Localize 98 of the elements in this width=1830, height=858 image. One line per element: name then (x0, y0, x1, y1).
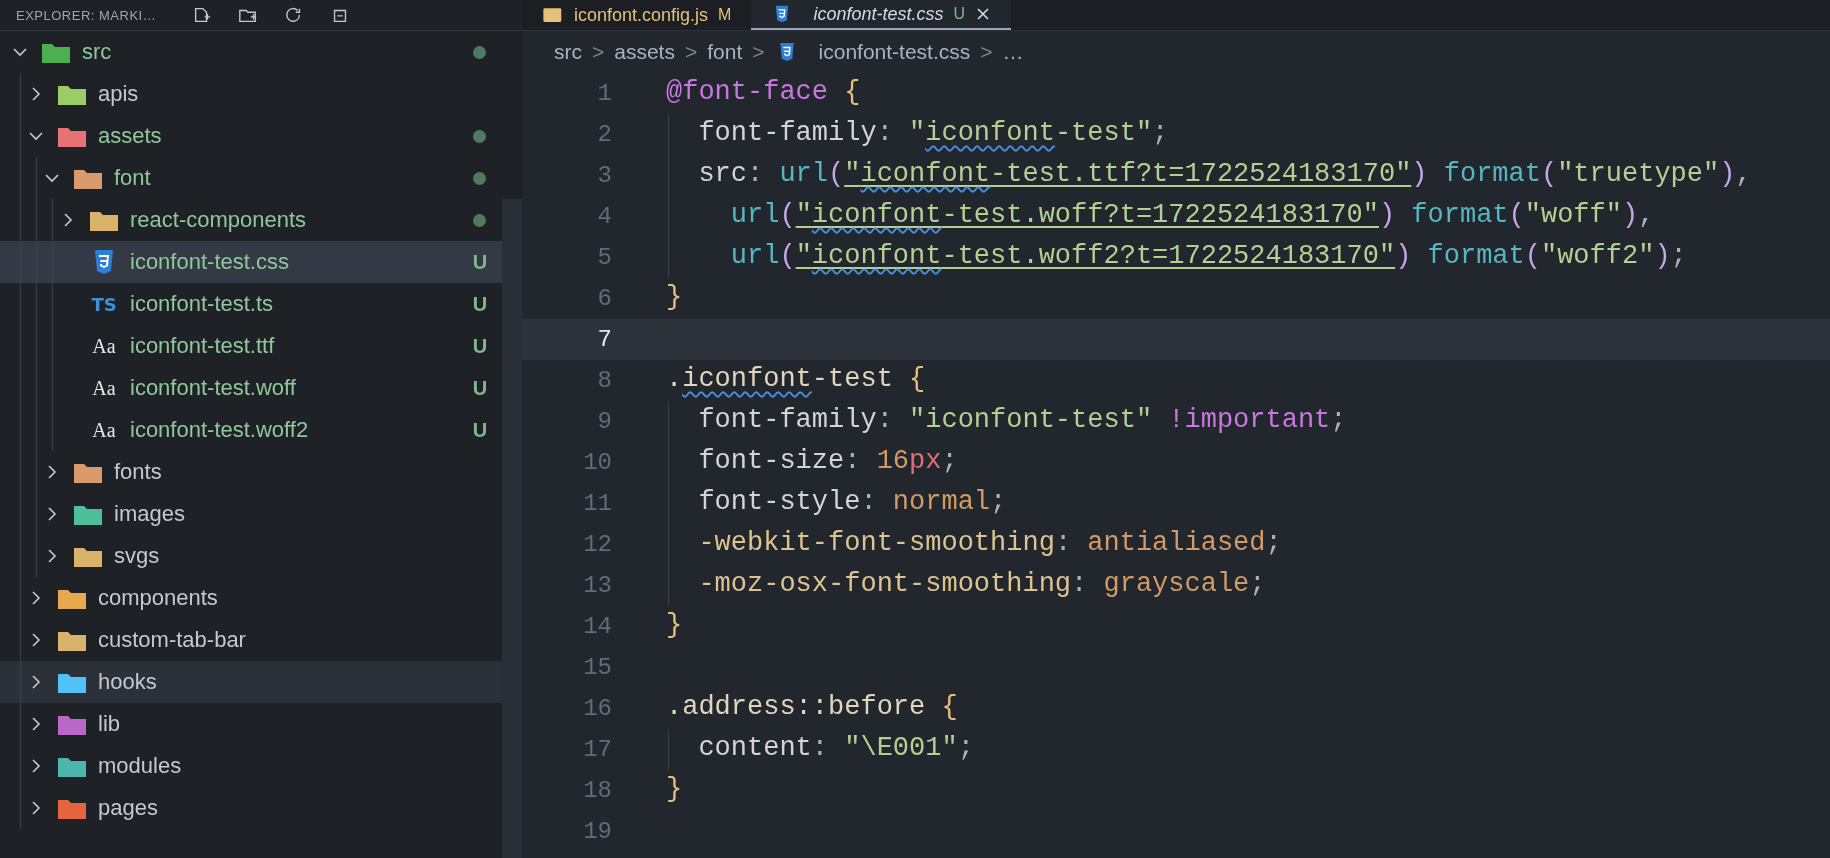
file-name: iconfont-test.ttf (130, 333, 276, 359)
line-number: 5 (596, 244, 612, 271)
code-line: } (666, 773, 683, 806)
code-line: url("iconfont-test.woff2?t=1722524183170") format("woff2"); (729, 240, 1687, 273)
code-line: font-size: 16px; (697, 445, 958, 478)
scrollbar[interactable] (502, 199, 522, 858)
git-status: U (471, 292, 489, 316)
editor-tab[interactable]: iconfont-test.css U (751, 0, 1012, 30)
breadcrumb-separator: > (980, 40, 993, 64)
code-line: -moz-osx-font-smoothing: grayscale; (697, 568, 1266, 601)
tree-item[interactable]: hooks (0, 661, 502, 703)
file-name: font (114, 165, 152, 191)
line-number: 4 (596, 203, 612, 230)
font-file-icon: Aa (88, 376, 120, 400)
line-number: 18 (582, 777, 612, 804)
breadcrumb-separator: > (752, 40, 765, 64)
tree-item[interactable]: Aa iconfont-test.woff2 U (0, 409, 502, 451)
file-name: apis (98, 81, 140, 107)
code-line: } (666, 281, 683, 314)
code-line: .address::before { (666, 691, 958, 724)
tree-item[interactable]: apis (0, 73, 502, 115)
file-name: components (98, 585, 219, 611)
close-icon[interactable] (975, 6, 992, 22)
file-name: hooks (98, 669, 158, 695)
line-number: 15 (582, 654, 612, 681)
line-number: 11 (582, 490, 612, 517)
code-line: font-style: normal; (697, 486, 1007, 519)
code-line: -webkit-font-smoothing: antialiased; (697, 527, 1282, 560)
tree-item[interactable]: iconfont-test.css U (0, 241, 502, 283)
file-name: iconfont-test.woff (130, 375, 297, 401)
tree-item[interactable]: lib (0, 703, 502, 745)
tree-item[interactable]: modules (0, 745, 502, 787)
git-status: U (471, 418, 489, 442)
breadcrumb-separator: > (592, 40, 605, 64)
tree-item[interactable]: components (0, 577, 502, 619)
line-number: 2 (596, 121, 612, 148)
line-number: 8 (596, 367, 612, 394)
code-line: @font-face { (666, 76, 861, 109)
line-number: 7 (596, 326, 612, 353)
line-number: 16 (582, 695, 612, 722)
git-status: U (471, 250, 489, 274)
line-number: 13 (582, 572, 612, 599)
line-number: 3 (596, 162, 612, 189)
file-name: images (114, 501, 186, 527)
line-number: 9 (596, 408, 612, 435)
tree-item[interactable]: react-components (0, 199, 502, 241)
code-line: .iconfont-test { (666, 363, 926, 396)
file-name: lib (98, 711, 121, 737)
code-line: src: url("iconfont-test.ttf?t=1722524183170") format("truetype"), (697, 158, 1752, 191)
git-status: M (718, 6, 732, 24)
font-file-icon: Aa (88, 418, 120, 442)
tree-item[interactable]: fonts (0, 451, 502, 493)
tree-item[interactable]: Aa iconfont-test.ttf U (0, 325, 502, 367)
file-name: iconfont-test.woff2 (130, 417, 310, 443)
tree-item[interactable]: assets (0, 115, 502, 157)
tree-item[interactable]: pages (0, 787, 502, 829)
breadcrumb-item[interactable]: assets (614, 40, 675, 64)
code-line: url("iconfont-test.woff?t=1722524183170") format("woff"), (729, 199, 1655, 232)
file-name: iconfont-test.ts (130, 291, 275, 317)
explorer-title: EXPLORER: MARKI… (16, 7, 157, 23)
new-file-icon[interactable] (192, 5, 213, 25)
git-status: U (471, 334, 489, 358)
line-number: 14 (582, 613, 612, 640)
ts-file-icon: TS (88, 293, 120, 315)
breadcrumb-item[interactable]: font (707, 40, 743, 64)
file-name: svgs (114, 543, 161, 569)
file-name: react-components (130, 207, 308, 233)
git-status: U (953, 5, 966, 23)
git-status: U (471, 376, 489, 400)
file-name: src (82, 39, 113, 65)
line-number: 6 (596, 285, 612, 312)
line-number: 17 (582, 736, 612, 763)
tree-item[interactable]: src (0, 31, 502, 73)
line-number: 10 (582, 449, 612, 476)
line-number: 12 (582, 531, 612, 558)
breadcrumb-separator: > (684, 40, 698, 64)
tree-item[interactable]: font (0, 157, 502, 199)
code-line: content: "\E001"; (697, 732, 974, 765)
tree-item[interactable]: images (0, 493, 502, 535)
file-name: assets (98, 123, 163, 149)
file-name: modules (98, 753, 183, 779)
file-name: iconfont-test.css (130, 249, 290, 275)
breadcrumb-item[interactable]: iconfont-test.css (818, 40, 971, 64)
tree-item[interactable]: TS iconfont-test.ts U (0, 283, 502, 325)
line-number: 1 (596, 80, 612, 107)
file-name: fonts (114, 459, 163, 485)
line-number: 19 (582, 818, 612, 845)
tree-item[interactable]: Aa iconfont-test.woff U (0, 367, 502, 409)
breadcrumb-item[interactable]: src (554, 40, 582, 64)
font-file-icon: Aa (88, 334, 120, 358)
code-line: font-family: "iconfont-test"; (697, 117, 1169, 150)
file-name: pages (98, 795, 159, 821)
tree-item[interactable]: custom-tab-bar (0, 619, 502, 661)
code-line: } (666, 609, 683, 642)
tree-item[interactable]: svgs (0, 535, 502, 577)
code-line: font-family: "iconfont-test" !important; (697, 404, 1347, 437)
file-name: custom-tab-bar (98, 627, 247, 653)
breadcrumb-item[interactable]: … (1002, 40, 1024, 64)
